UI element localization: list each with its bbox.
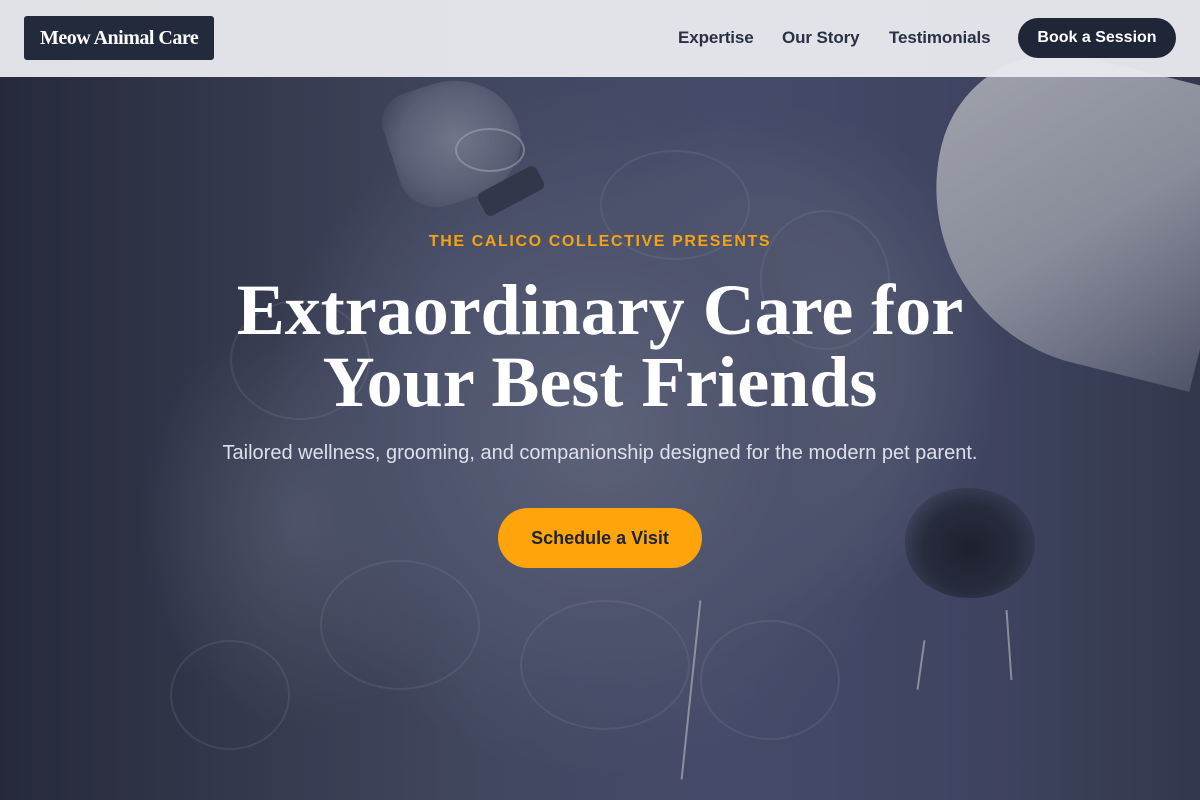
schedule-visit-button[interactable]: Schedule a Visit <box>498 508 702 568</box>
hero-headline: Extraordinary Care for Your Best Friends <box>100 274 1100 418</box>
nav-link-our-story[interactable]: Our Story <box>782 28 860 48</box>
hero-subtitle: Tailored wellness, grooming, and compani… <box>222 442 978 464</box>
book-session-button[interactable]: Book a Session <box>1018 18 1176 58</box>
site-header: Meow Animal Care Expertise Our Story Tes… <box>0 0 1200 77</box>
nav-link-expertise[interactable]: Expertise <box>678 28 754 48</box>
hero-eyebrow: THE CALICO COLLECTIVE PRESENTS <box>428 233 772 250</box>
brand-logo[interactable]: Meow Animal Care <box>24 16 215 60</box>
nav-link-testimonials[interactable]: Testimonials <box>889 28 991 48</box>
hero-headline-line-2: Your Best Friends <box>322 342 878 422</box>
hero-headline-line-1: Extraordinary Care for <box>236 270 964 350</box>
